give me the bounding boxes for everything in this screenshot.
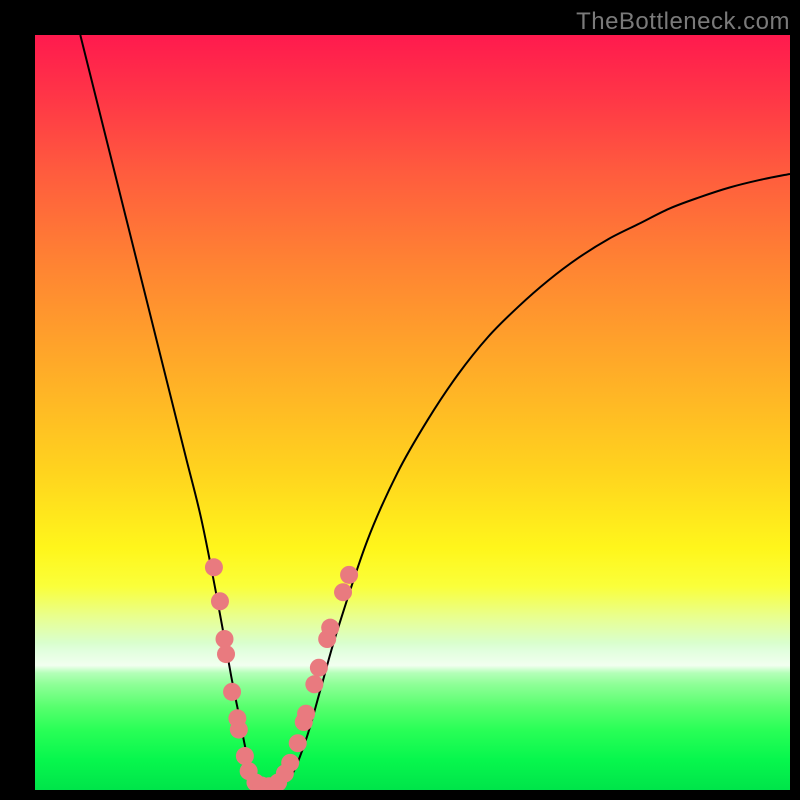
- highlight-dot: [281, 754, 299, 772]
- highlight-dot: [205, 558, 223, 576]
- highlight-dot: [236, 747, 254, 765]
- chart-frame: TheBottleneck.com: [0, 0, 800, 800]
- highlight-dot: [289, 734, 307, 752]
- plot-area: [35, 35, 790, 790]
- highlight-dot: [305, 675, 323, 693]
- plot-svg: [35, 35, 790, 790]
- watermark-text: TheBottleneck.com: [576, 8, 790, 36]
- highlight-dot: [230, 721, 248, 739]
- bottleneck-curve: [80, 35, 790, 788]
- highlight-dot: [297, 705, 315, 723]
- highlight-dot: [223, 683, 241, 701]
- highlight-dot: [310, 659, 328, 677]
- highlight-dot: [217, 645, 235, 663]
- highlight-dot: [321, 619, 339, 637]
- highlight-dot: [340, 566, 358, 584]
- highlight-dot: [211, 592, 229, 610]
- highlight-dot: [334, 583, 352, 601]
